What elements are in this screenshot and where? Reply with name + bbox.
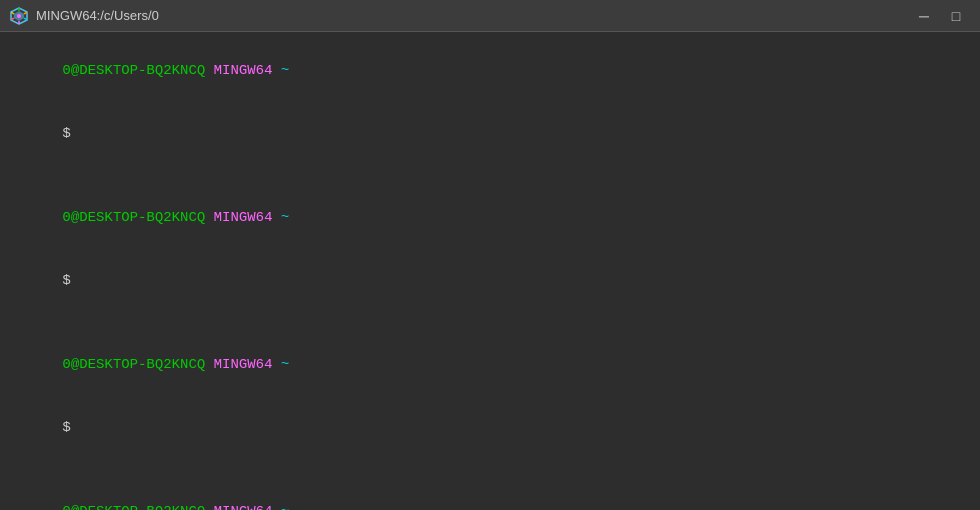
minimize-button[interactable]: ─ bbox=[910, 5, 938, 27]
prompt-shell: MINGW64 bbox=[214, 63, 273, 79]
terminal-line: $ bbox=[12, 103, 968, 166]
prompt-user: 0@DESKTOP-BQ2KNCQ bbox=[62, 504, 205, 510]
prompt-path: ~ bbox=[281, 357, 289, 373]
title-bar: MINGW64:/c/Users/0 ─ □ bbox=[0, 0, 980, 32]
prompt-shell: MINGW64 bbox=[214, 210, 273, 226]
terminal-line: 0@DESKTOP-BQ2KNCQ MINGW64 ~ bbox=[12, 334, 968, 397]
terminal-body[interactable]: 0@DESKTOP-BQ2KNCQ MINGW64 ~ $ 0@DESKTOP-… bbox=[0, 32, 980, 510]
empty-line bbox=[12, 460, 968, 481]
window-controls: ─ □ bbox=[910, 5, 970, 27]
maximize-button[interactable]: □ bbox=[942, 5, 970, 27]
prompt-path: ~ bbox=[281, 63, 289, 79]
window: MINGW64:/c/Users/0 ─ □ 0@DESKTOP-BQ2KNCQ… bbox=[0, 0, 980, 510]
terminal-line: 0@DESKTOP-BQ2KNCQ MINGW64 ~ bbox=[12, 40, 968, 103]
terminal-line: 0@DESKTOP-BQ2KNCQ MINGW64 ~ bbox=[12, 481, 968, 510]
title-bar-left: MINGW64:/c/Users/0 bbox=[10, 7, 159, 25]
terminal-line: 0@DESKTOP-BQ2KNCQ MINGW64 ~ bbox=[12, 187, 968, 250]
terminal-line: $ bbox=[12, 250, 968, 313]
prompt-user: 0@DESKTOP-BQ2KNCQ bbox=[62, 357, 205, 373]
prompt-path: ~ bbox=[281, 210, 289, 226]
empty-line bbox=[12, 166, 968, 187]
prompt-path: ~ bbox=[281, 504, 289, 510]
window-title: MINGW64:/c/Users/0 bbox=[36, 8, 159, 23]
empty-line bbox=[12, 313, 968, 334]
app-icon bbox=[10, 7, 28, 25]
prompt-shell: MINGW64 bbox=[214, 357, 273, 373]
terminal-line: $ bbox=[12, 397, 968, 460]
prompt-shell: MINGW64 bbox=[214, 504, 273, 510]
prompt-user: 0@DESKTOP-BQ2KNCQ bbox=[62, 63, 205, 79]
prompt-user: 0@DESKTOP-BQ2KNCQ bbox=[62, 210, 205, 226]
